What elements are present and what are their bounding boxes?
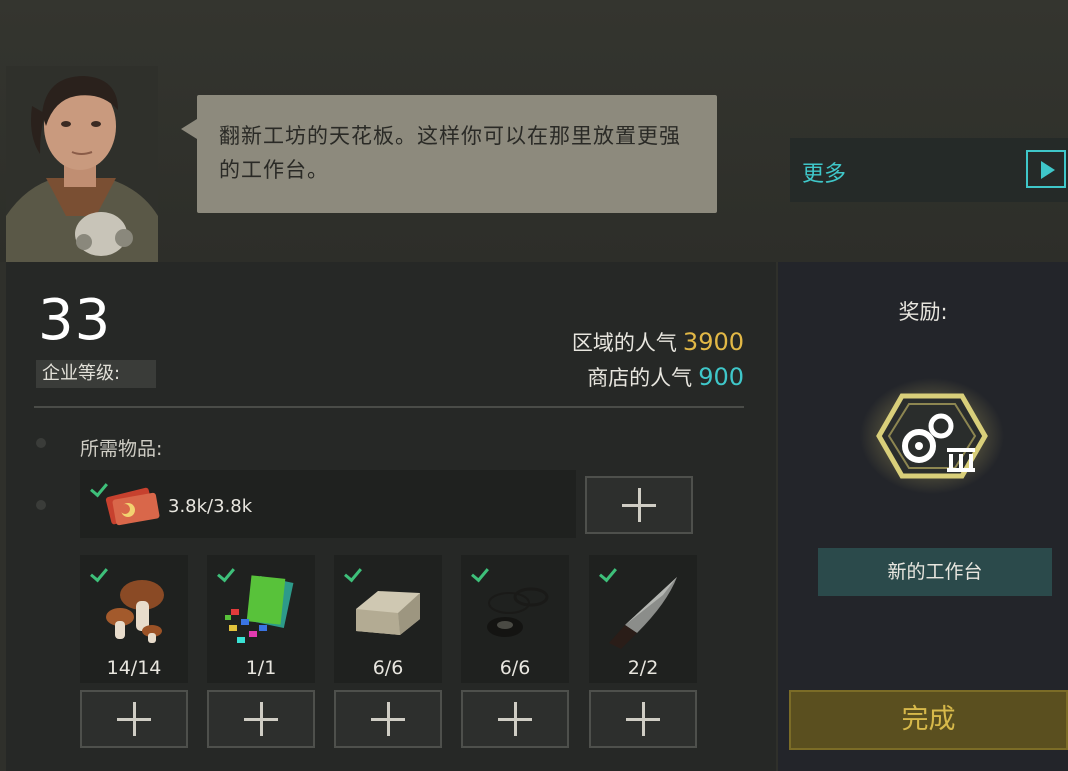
add-knife-button[interactable] bbox=[589, 690, 697, 748]
more-label: 更多 bbox=[802, 162, 847, 187]
money-requirement: 3.8k/3.8k bbox=[80, 470, 576, 538]
area-popularity: 区域的人气 3900 bbox=[572, 327, 744, 357]
shop-popularity-value: 900 bbox=[698, 363, 744, 391]
dialog-bubble: 翻新工坊的天花板。这样你可以在那里放置更强的工作台。 bbox=[181, 95, 717, 213]
add-stone-button[interactable] bbox=[334, 690, 442, 748]
dialog-text: 翻新工坊的天花板。这样你可以在那里放置更强的工作台。 bbox=[219, 124, 681, 182]
item-count: 14/14 bbox=[106, 657, 162, 679]
item-slot-mushroom: 14/14 bbox=[80, 555, 188, 683]
add-washers-button[interactable] bbox=[461, 690, 569, 748]
item-slot-stone: 6/6 bbox=[334, 555, 442, 683]
washers-icon bbox=[487, 587, 549, 637]
area-popularity-value: 3900 bbox=[682, 328, 744, 356]
gems-and-cards-icon bbox=[225, 575, 294, 643]
knife-icon bbox=[609, 577, 677, 649]
item-count: 6/6 bbox=[372, 657, 404, 679]
workbench-gears-icon bbox=[860, 378, 1004, 494]
add-gems-button[interactable] bbox=[207, 690, 315, 748]
item-count: 2/2 bbox=[627, 657, 659, 679]
play-icon[interactable] bbox=[1026, 150, 1066, 188]
add-money-button[interactable] bbox=[585, 476, 693, 534]
npc-portrait bbox=[6, 66, 158, 262]
item-count: 1/1 bbox=[245, 657, 277, 679]
mushroom-icon bbox=[106, 580, 164, 643]
money-count: 3.8k/3.8k bbox=[168, 496, 253, 517]
shop-popularity-label: 商店的人气 bbox=[587, 366, 693, 390]
complete-button[interactable]: 完成 bbox=[789, 690, 1068, 750]
divider bbox=[34, 406, 744, 408]
bullet-dot bbox=[36, 500, 46, 510]
requirements-title: 所需物品: bbox=[80, 438, 163, 460]
area-popularity-label: 区域的人气 bbox=[571, 331, 677, 355]
item-slot-washers: 6/6 bbox=[461, 555, 569, 683]
bullet-dot bbox=[36, 438, 46, 448]
stone-block-icon bbox=[356, 591, 420, 635]
add-mushroom-button[interactable] bbox=[80, 690, 188, 748]
item-count: 6/6 bbox=[499, 657, 531, 679]
money-card-icon bbox=[105, 487, 160, 526]
item-slot-gems: 1/1 bbox=[207, 555, 315, 683]
company-level-value: 33 bbox=[38, 288, 112, 353]
reward-name: 新的工作台 bbox=[818, 548, 1052, 596]
more-button[interactable]: 更多 bbox=[790, 138, 1068, 202]
shop-popularity: 商店的人气 900 bbox=[587, 362, 744, 392]
reward-label: 奖励: bbox=[898, 300, 948, 324]
company-level-label: 企业等级: bbox=[36, 360, 156, 388]
item-slot-knife: 2/2 bbox=[589, 555, 697, 683]
